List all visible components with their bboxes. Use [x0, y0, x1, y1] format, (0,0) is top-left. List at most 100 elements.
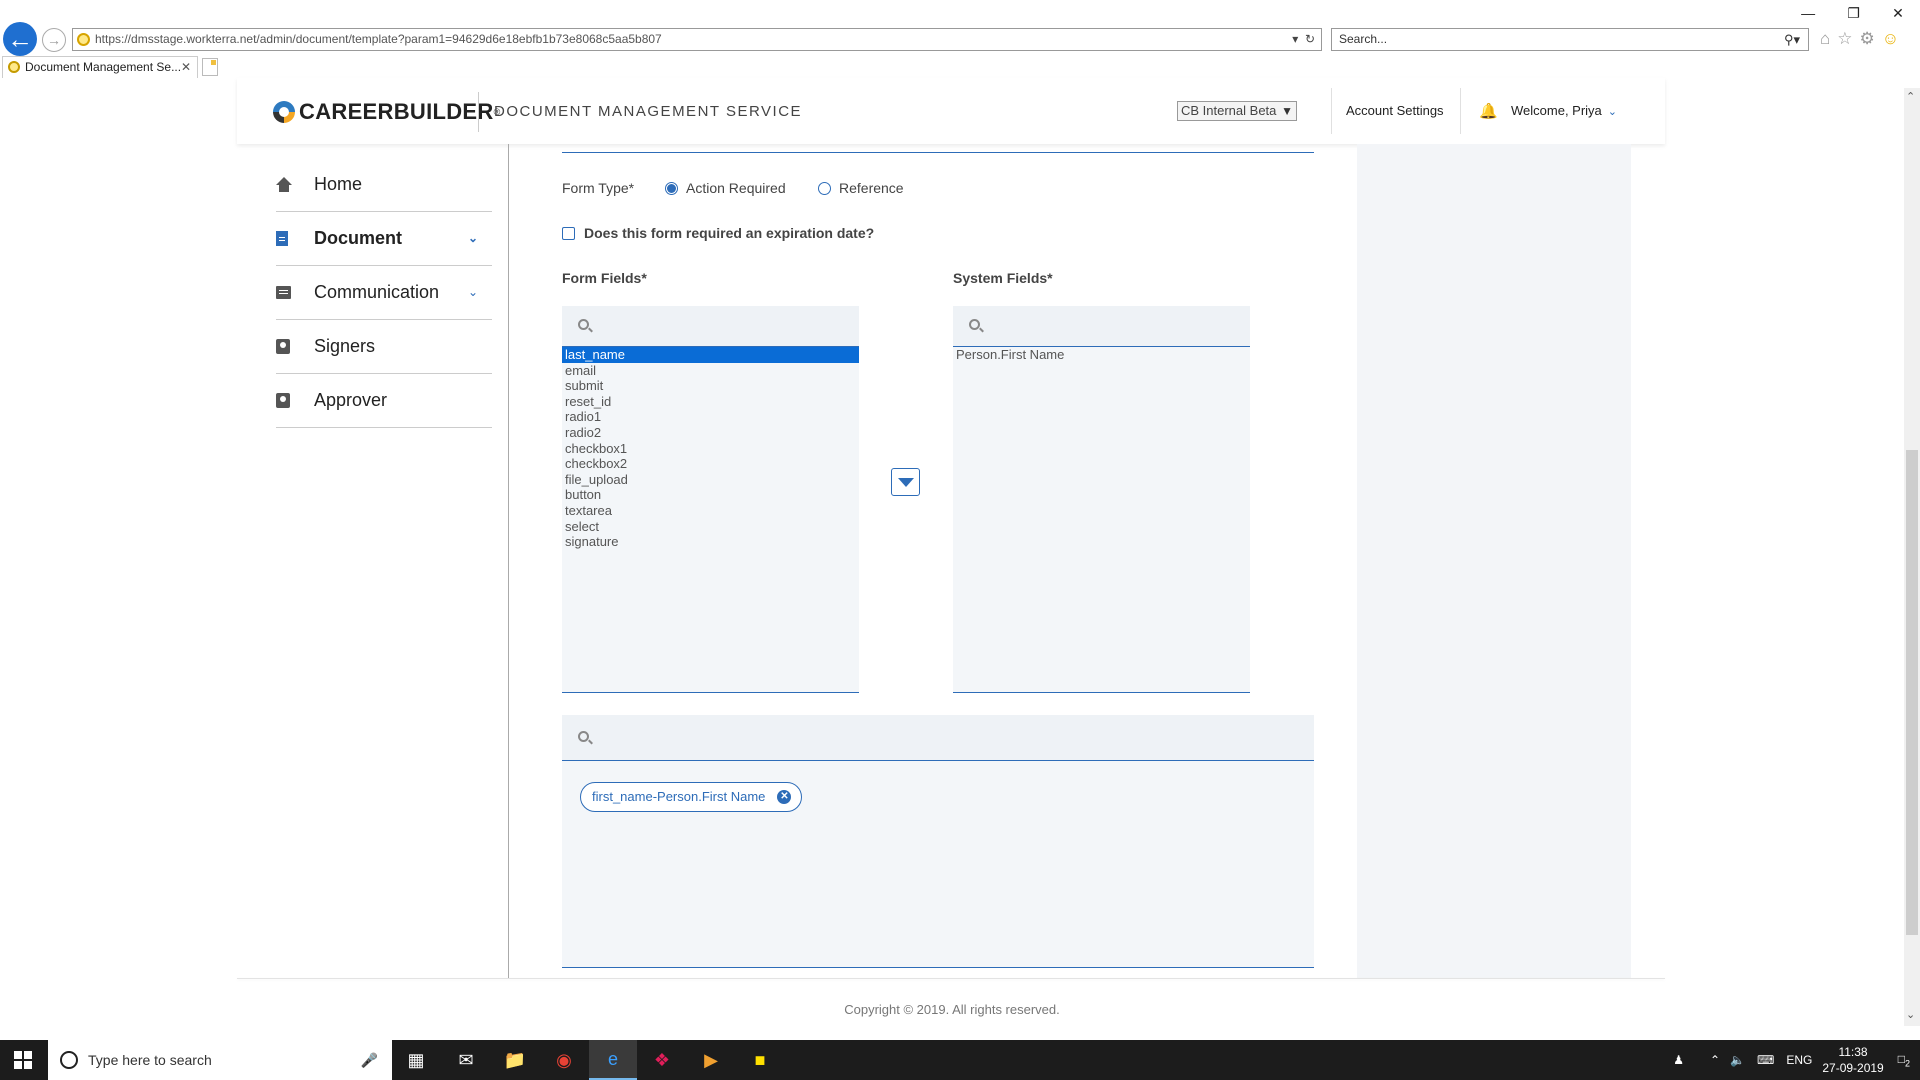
- bell-icon[interactable]: 🔔: [1479, 102, 1498, 120]
- window-controls: — ❐ ✕: [1785, 0, 1920, 26]
- tab-title: Document Management Se...: [25, 60, 182, 74]
- account-settings-link[interactable]: Account Settings: [1346, 103, 1444, 118]
- list-item[interactable]: last_name: [562, 347, 859, 363]
- star-icon[interactable]: ☆: [1837, 29, 1852, 49]
- header-divider: [478, 92, 479, 132]
- list-item[interactable]: radio1: [562, 409, 859, 425]
- system-fields-listbox[interactable]: Person.First Name: [953, 306, 1250, 693]
- list-item[interactable]: submit: [562, 378, 859, 394]
- form-fields-listbox[interactable]: last_name email submit reset_id radio1 r…: [562, 306, 859, 693]
- people-icon[interactable]: ♟: [1673, 1053, 1684, 1067]
- sticky-notes-icon[interactable]: ■: [736, 1040, 784, 1080]
- sidebar: Home Document ⌄ Communication ⌄ Signers …: [276, 158, 492, 428]
- mapped-field-chip[interactable]: first_name-Person.First Name ✕: [580, 782, 803, 812]
- sidebar-item-approver[interactable]: Approver: [276, 374, 492, 428]
- radio-action-required[interactable]: Action Required: [665, 180, 786, 196]
- form-type-label: Form Type*: [562, 180, 635, 196]
- document-icon: [276, 231, 288, 246]
- list-item[interactable]: select: [562, 519, 859, 535]
- environment-select[interactable]: CB Internal Beta ▼: [1177, 101, 1297, 121]
- sidebar-item-home[interactable]: Home: [276, 158, 492, 212]
- list-item[interactable]: file_upload: [562, 472, 859, 488]
- remove-chip-icon[interactable]: ✕: [777, 790, 792, 804]
- microphone-icon[interactable]: 🎤: [361, 1040, 378, 1080]
- logo-mark-icon: [273, 101, 295, 123]
- user-menu[interactable]: Welcome, Priya ⌄: [1511, 103, 1617, 118]
- form-fields-list: last_name email submit reset_id radio1 r…: [562, 347, 859, 550]
- home-icon[interactable]: ⌂: [1820, 29, 1830, 49]
- sidebar-item-label: Communication: [314, 282, 440, 302]
- radio-label: Reference: [839, 180, 904, 196]
- list-item[interactable]: checkbox2: [562, 456, 859, 472]
- list-item[interactable]: Person.First Name: [953, 347, 1250, 363]
- scrollbar-thumb[interactable]: [1906, 450, 1918, 935]
- expiration-checkbox[interactable]: [562, 226, 575, 240]
- logo-text: CAREERBUILDER: [299, 99, 494, 124]
- scroll-up-icon[interactable]: ⌃: [1906, 90, 1915, 103]
- mail-icon[interactable]: ✉: [442, 1040, 490, 1080]
- minimize-icon[interactable]: —: [1801, 5, 1815, 21]
- chevron-down-icon: ▼: [1281, 104, 1293, 118]
- radio-reference[interactable]: Reference: [818, 180, 904, 196]
- start-button[interactable]: [0, 1040, 46, 1080]
- sidebar-item-label: Approver: [314, 390, 388, 410]
- volume-icon[interactable]: 🔈: [1730, 1053, 1745, 1067]
- back-button[interactable]: ←: [3, 22, 37, 56]
- sidebar-divider: [508, 144, 509, 979]
- search-icon: [578, 731, 589, 742]
- keyboard-icon[interactable]: ⌨: [1757, 1053, 1774, 1067]
- expiration-checkbox-row[interactable]: Does this form required an expiration da…: [562, 225, 874, 241]
- clock[interactable]: 11:38 27-09-2019: [1822, 1044, 1883, 1076]
- form-fields-search-input[interactable]: [562, 306, 859, 347]
- tab-favicon-icon: [8, 61, 20, 73]
- sidebar-item-communication[interactable]: Communication ⌄: [276, 266, 492, 320]
- chevron-down-icon: ⌄: [467, 231, 478, 245]
- badge-icon: [276, 393, 290, 408]
- task-view-icon[interactable]: ▦: [392, 1040, 440, 1080]
- close-window-icon[interactable]: ✕: [1892, 5, 1904, 22]
- radio-selected-icon: [665, 181, 678, 195]
- search-icon: [578, 319, 589, 330]
- taskbar-search-input[interactable]: Type here to search 🎤: [48, 1040, 392, 1080]
- section-divider: [562, 152, 1314, 153]
- notification-icon[interactable]: □2: [1898, 1052, 1910, 1068]
- smiley-icon[interactable]: ☺: [1882, 29, 1899, 49]
- site-security-icon: [77, 33, 90, 46]
- careerbuilder-logo[interactable]: CAREERBUILDER ®: [273, 99, 500, 124]
- chrome-icon[interactable]: ◉: [540, 1040, 588, 1080]
- chip-label: first_name-Person.First Name: [592, 789, 766, 804]
- file-explorer-icon[interactable]: 📁: [491, 1040, 539, 1080]
- language-indicator[interactable]: ENG: [1786, 1053, 1812, 1067]
- address-controls[interactable]: ▾ ↻: [1292, 29, 1315, 50]
- browser-nav-icons: ⌂ ☆ ⚙ ☺: [1820, 27, 1916, 51]
- list-item[interactable]: reset_id: [562, 394, 859, 410]
- footer-divider: [237, 978, 1665, 979]
- list-item[interactable]: radio2: [562, 425, 859, 441]
- chevron-up-icon[interactable]: ⌃: [1710, 1053, 1720, 1067]
- restore-icon[interactable]: ❐: [1847, 5, 1860, 22]
- media-player-icon[interactable]: ▶: [687, 1040, 735, 1080]
- list-item[interactable]: signature: [562, 534, 859, 550]
- search-icon[interactable]: ⚲▾: [1784, 29, 1800, 50]
- map-field-button[interactable]: [891, 468, 920, 496]
- new-tab-button[interactable]: [202, 58, 218, 76]
- list-item[interactable]: checkbox1: [562, 441, 859, 457]
- forward-button[interactable]: →: [42, 28, 66, 52]
- system-fields-search-input[interactable]: [953, 306, 1250, 347]
- internet-explorer-icon[interactable]: e: [589, 1040, 637, 1080]
- tab-close-icon[interactable]: ✕: [181, 57, 191, 77]
- browser-tab[interactable]: Document Management Se... ✕: [2, 56, 198, 78]
- sidebar-item-signers[interactable]: Signers: [276, 320, 492, 374]
- list-item[interactable]: textarea: [562, 503, 859, 519]
- scroll-down-icon[interactable]: ⌄: [1906, 1008, 1915, 1021]
- gear-icon[interactable]: ⚙: [1860, 29, 1875, 49]
- welcome-text: Welcome, Priya: [1511, 103, 1602, 118]
- sidebar-item-document[interactable]: Document ⌄: [276, 212, 492, 266]
- sidebar-item-label: Signers: [314, 336, 376, 356]
- slack-icon[interactable]: ❖: [638, 1040, 686, 1080]
- list-item[interactable]: button: [562, 487, 859, 503]
- list-item[interactable]: email: [562, 363, 859, 379]
- address-bar[interactable]: https://dmsstage.workterra.net/admin/doc…: [72, 28, 1322, 51]
- browser-search-input[interactable]: Search... ⚲▾: [1331, 28, 1809, 51]
- mapped-fields-search-input[interactable]: [562, 715, 1314, 761]
